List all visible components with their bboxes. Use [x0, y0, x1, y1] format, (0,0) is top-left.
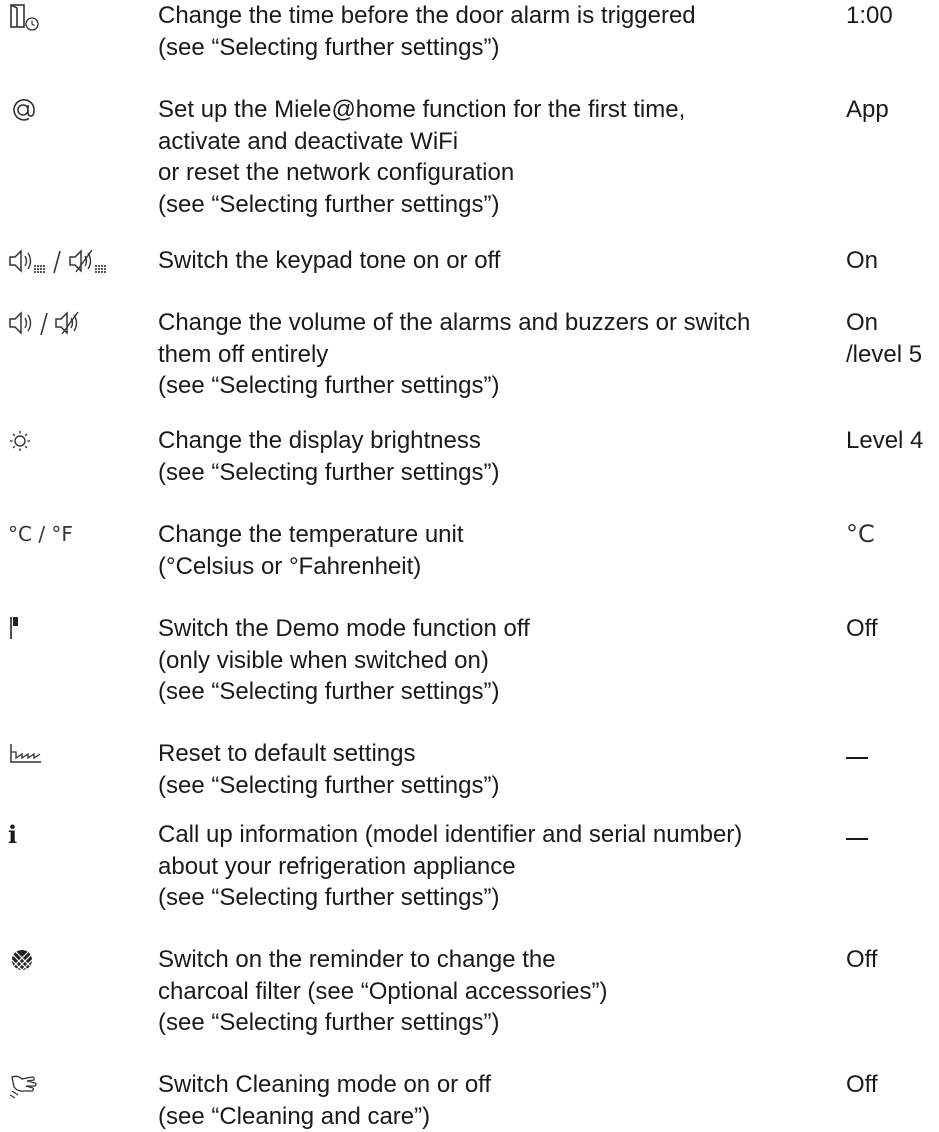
description-line: Change the time before the door alarm is… — [158, 0, 818, 32]
value-text: On — [846, 307, 939, 339]
value-text: /level 5 — [846, 339, 939, 371]
value-text: 1:00 — [846, 0, 939, 32]
factory-reset-icon — [8, 738, 138, 770]
setting-description: Reset to default settings (see “Selectin… — [158, 738, 818, 801]
setting-description: Switch the keypad tone on or off — [158, 245, 818, 277]
setting-description: Change the time before the door alarm is… — [158, 0, 818, 63]
description-line: Switch on the reminder to change the — [158, 944, 818, 976]
setting-description: Switch on the reminder to change the cha… — [158, 944, 818, 1039]
description-line: or reset the network configuration — [158, 157, 818, 189]
setting-default-value: °C — [846, 519, 939, 551]
description-line: about your refrigeration appliance — [158, 851, 818, 883]
info-icon: i — [8, 819, 138, 851]
door-alarm-timer-icon — [8, 0, 138, 32]
description-line: (see “Selecting further settings”) — [158, 1007, 818, 1039]
description-line: (see “Selecting further settings”) — [158, 370, 818, 402]
description-line: Change the volume of the alarms and buzz… — [158, 307, 818, 339]
keypad-tone-icon — [8, 245, 138, 277]
description-line: (see “Selecting further settings”) — [158, 457, 818, 489]
demo-mode-flag-icon — [8, 613, 138, 645]
setting-description: Call up information (model identifier an… — [158, 819, 818, 914]
description-line: Switch Cleaning mode on or off — [158, 1069, 818, 1101]
setting-description: Switch the Demo mode function off (only … — [158, 613, 818, 708]
description-line: (°Celsius or °Fahrenheit) — [158, 551, 818, 583]
no-value-dash — [846, 757, 868, 759]
charcoal-filter-icon — [8, 944, 138, 976]
description-line: Change the temperature unit — [158, 519, 818, 551]
setting-default-value: Off — [846, 613, 939, 645]
description-line: charcoal filter (see “Optional accessori… — [158, 976, 818, 1008]
info-glyph: i — [8, 819, 17, 851]
setting-description: Set up the Miele@home function for the f… — [158, 94, 818, 220]
temperature-unit-symbols: °C / °F — [8, 519, 73, 551]
setting-default-value: Level 4 — [846, 425, 939, 457]
value-text: Off — [846, 1069, 939, 1101]
value-text: App — [846, 94, 939, 126]
description-line: (see “Selecting further settings”) — [158, 676, 818, 708]
description-line: Set up the Miele@home function for the f… — [158, 94, 818, 126]
description-line: (only visible when switched on) — [158, 645, 818, 677]
description-line: activate and deactivate WiFi — [158, 126, 818, 158]
volume-icon — [8, 307, 138, 339]
setting-default-value: Off — [846, 944, 939, 976]
at-sign-icon — [8, 94, 138, 126]
setting-default-value — [846, 738, 939, 759]
value-text: Off — [846, 944, 939, 976]
setting-description: Change the display brightness (see “Sele… — [158, 425, 818, 488]
setting-default-value: On — [846, 245, 939, 277]
description-line: them off entirely — [158, 339, 818, 371]
setting-default-value: On /level 5 — [846, 307, 939, 370]
value-text: On — [846, 245, 939, 277]
description-line: (see “Cleaning and care”) — [158, 1101, 818, 1132]
brightness-icon — [8, 425, 138, 457]
value-text: Off — [846, 613, 939, 645]
description-line: Call up information (model identifier an… — [158, 819, 818, 851]
temperature-unit-icon: °C / °F — [8, 519, 138, 551]
setting-default-value — [846, 819, 939, 840]
value-text: °C — [846, 519, 939, 551]
setting-description: Switch Cleaning mode on or off (see “Cle… — [158, 1069, 818, 1132]
setting-description: Change the temperature unit (°Celsius or… — [158, 519, 818, 582]
setting-default-value: App — [846, 94, 939, 126]
description-line: Reset to default settings — [158, 738, 818, 770]
description-line: Change the display brightness — [158, 425, 818, 457]
setting-default-value: Off — [846, 1069, 939, 1101]
description-line: (see “Selecting further settings”) — [158, 189, 818, 221]
description-line: (see “Selecting further settings”) — [158, 882, 818, 914]
setting-description: Change the volume of the alarms and buzz… — [158, 307, 818, 402]
no-value-dash — [846, 838, 868, 840]
cleaning-mode-hand-icon — [8, 1069, 138, 1101]
description-line: Switch the Demo mode function off — [158, 613, 818, 645]
setting-default-value: 1:00 — [846, 0, 939, 32]
description-line: (see “Selecting further settings”) — [158, 32, 818, 64]
description-line: (see “Selecting further settings”) — [158, 770, 818, 802]
value-text: Level 4 — [846, 425, 939, 457]
description-line: Switch the keypad tone on or off — [158, 245, 818, 277]
